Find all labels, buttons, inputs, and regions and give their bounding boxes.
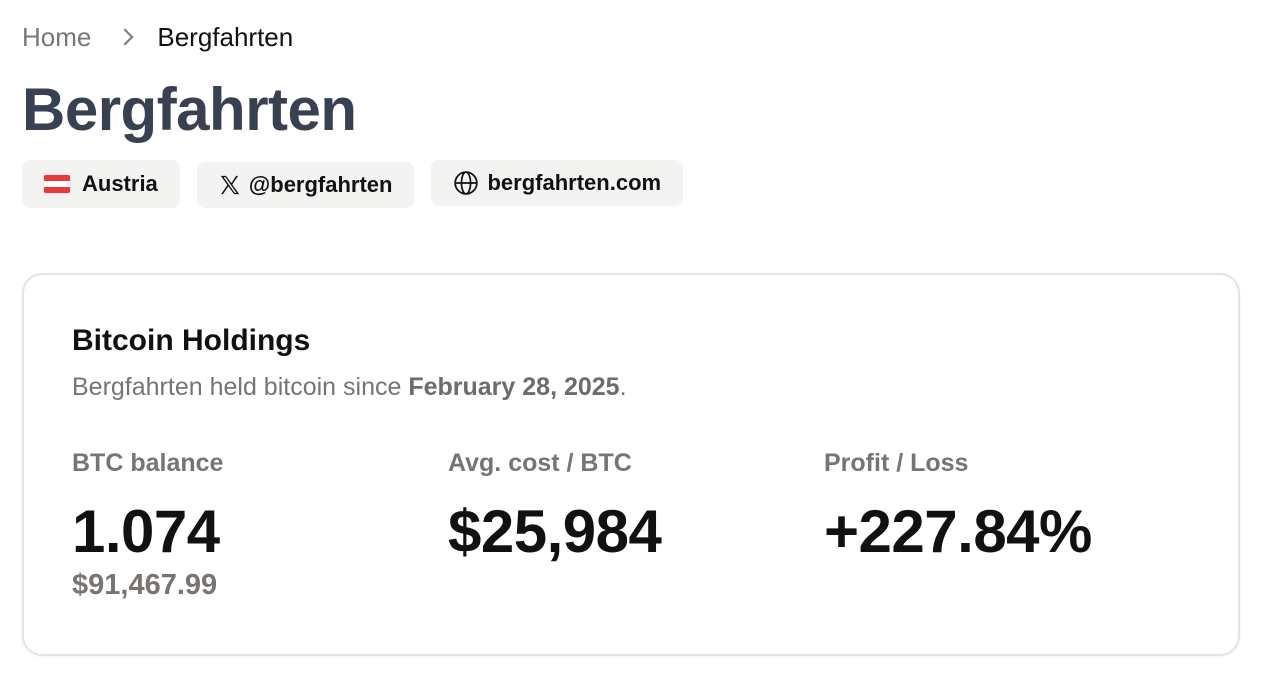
breadcrumb: Home Bergfahrten: [22, 20, 293, 54]
profile-chips: Austria @bergfahrten bergfahrten.com: [22, 160, 684, 208]
chevron-right-icon: [116, 28, 134, 46]
avg-cost-label: Avg. cost / BTC: [448, 449, 632, 477]
website-chip-label: bergfahrten.com: [487, 170, 662, 195]
twitter-chip[interactable]: @bergfahrten: [196, 162, 415, 208]
avg-cost-stat: Avg. cost / BTC $25,984: [448, 447, 662, 565]
btc-balance-stat: BTC balance 1.074 $91,467.99: [72, 447, 223, 603]
holdings-subtitle-suffix: .: [619, 373, 627, 401]
profit-loss-stat: Profit / Loss +227.84%: [824, 447, 1092, 565]
twitter-chip-label: @bergfahrten: [248, 172, 393, 197]
holdings-title: Bitcoin Holdings: [72, 324, 311, 357]
bitcoin-holdings-card: Bitcoin Holdings Bergfahrten held bitcoi…: [22, 273, 1240, 656]
btc-balance-value: 1.074: [72, 498, 220, 565]
x-logo-icon: [219, 174, 241, 196]
profit-loss-label: Profit / Loss: [824, 449, 969, 477]
website-chip[interactable]: bergfahrten.com: [431, 160, 684, 206]
country-chip[interactable]: Austria: [22, 160, 180, 208]
globe-icon: [453, 170, 479, 196]
austria-flag-icon: [44, 175, 70, 193]
country-chip-label: Austria: [82, 171, 158, 196]
avg-cost-value: $25,984: [448, 498, 662, 565]
holdings-subtitle-prefix: Bergfahrten held bitcoin since: [72, 373, 409, 401]
btc-balance-usd: $91,467.99: [72, 569, 218, 601]
page: Home Bergfahrten Bergfahrten Austria @be…: [0, 0, 1268, 680]
breadcrumb-home-link[interactable]: Home: [22, 20, 91, 54]
profit-loss-value: +227.84%: [824, 498, 1092, 565]
page-title: Bergfahrten: [22, 76, 357, 143]
btc-balance-label: BTC balance: [72, 449, 224, 477]
holdings-start-date: February 28, 2025: [408, 373, 620, 401]
holdings-subtitle: Bergfahrten held bitcoin since February …: [72, 371, 627, 403]
breadcrumb-current: Bergfahrten: [157, 22, 294, 52]
